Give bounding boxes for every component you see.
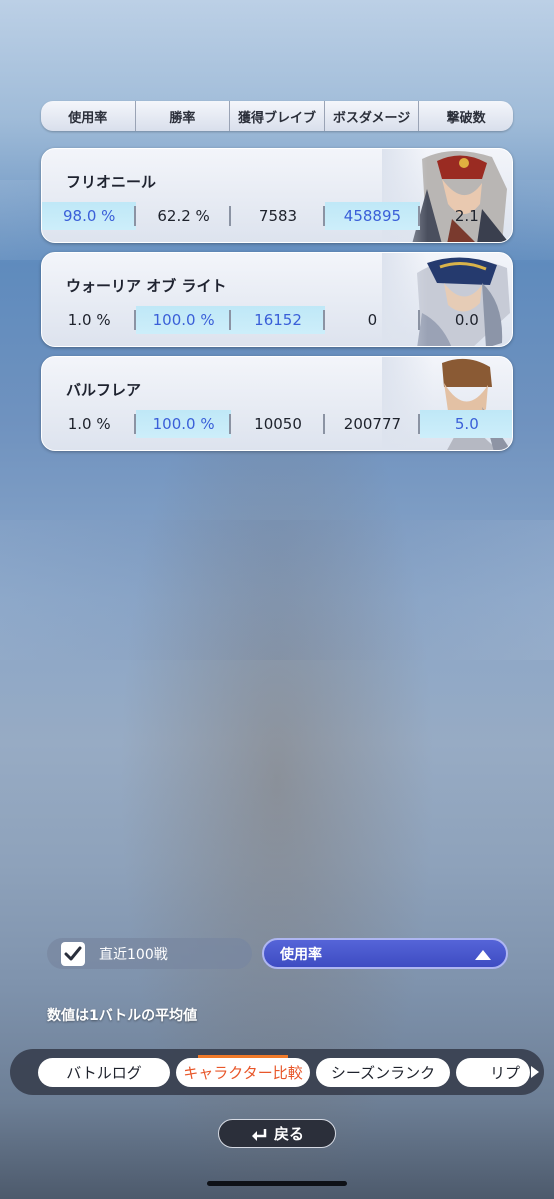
checkmark-icon: [64, 946, 82, 960]
triangle-up-icon: [475, 950, 491, 960]
header-boss-damage[interactable]: ボスダメージ: [325, 101, 420, 131]
header-kills[interactable]: 撃破数: [419, 101, 513, 131]
recent-battles-label: 直近100戦: [99, 946, 168, 963]
character-name: バルフレア: [66, 381, 142, 399]
home-indicator[interactable]: [207, 1181, 347, 1186]
stat-win-rate: 100.0 %: [136, 410, 231, 438]
stats-column-header: 使用率 勝率 獲得ブレイブ ボスダメージ 撃破数: [41, 101, 513, 131]
sort-dropdown-button[interactable]: 使用率: [262, 938, 508, 969]
recent-battles-toggle[interactable]: 直近100戦: [47, 938, 252, 969]
back-button[interactable]: 戻る: [218, 1119, 336, 1148]
header-brave-gained[interactable]: 獲得ブレイブ: [230, 101, 325, 131]
background-blur: [0, 520, 554, 660]
stat-win-rate: 100.0 %: [136, 306, 231, 334]
stat-boss-damage: 200777: [325, 410, 420, 438]
tab-season-rank[interactable]: シーズンランク: [316, 1058, 450, 1087]
scroll-right-arrow-icon[interactable]: [530, 1065, 540, 1079]
stat-kills: 0.0: [454, 311, 479, 329]
header-usage-rate[interactable]: 使用率: [41, 101, 136, 131]
return-arrow-icon: [251, 1128, 267, 1141]
stat-boss-damage: 0: [325, 306, 420, 334]
tab-battle-log[interactable]: バトルログ: [38, 1058, 170, 1087]
back-label: 戻る: [273, 1125, 304, 1143]
tab-character-compare[interactable]: キャラクター比較: [176, 1055, 310, 1087]
tab-bar: バトルログ キャラクター比較 シーズンランク リプ: [10, 1049, 544, 1095]
stat-kills: 2.1: [454, 207, 479, 225]
stat-usage-rate: 98.0 %: [42, 202, 137, 230]
tab-replay[interactable]: リプ: [456, 1058, 530, 1087]
stat-brave-gained: 10050: [231, 410, 326, 438]
stat-win-rate: 62.2 %: [136, 202, 231, 230]
stat-brave-gained: 16152: [230, 306, 326, 334]
character-name: ウォーリア オブ ライト: [66, 277, 227, 295]
character-card-firion[interactable]: フリオニール 98.0 % 62.2 % 7583 458895 2.1: [41, 148, 513, 243]
recent-battles-checkbox[interactable]: [61, 941, 85, 966]
stat-boss-damage: 458895: [325, 202, 420, 230]
stat-brave-gained: 7583: [231, 202, 326, 230]
stats-row: 1.0 % 100.0 % 10050 200777 5.0: [42, 410, 512, 438]
character-name: フリオニール: [66, 173, 157, 191]
average-note: 数値は1バトルの平均値: [47, 1008, 198, 1024]
stats-row: 1.0 % 100.0 % 16152 0 0.0: [42, 306, 512, 334]
stats-row: 98.0 % 62.2 % 7583 458895 2.1: [42, 202, 512, 230]
stat-usage-rate: 1.0 %: [42, 410, 137, 438]
header-win-rate[interactable]: 勝率: [136, 101, 231, 131]
character-card-balthier[interactable]: バルフレア 1.0 % 100.0 % 10050 200777 5.0: [41, 356, 513, 451]
character-card-warrior-of-light[interactable]: ウォーリア オブ ライト 1.0 % 100.0 % 16152 0 0.0: [41, 252, 513, 347]
stat-kills: 5.0: [419, 410, 512, 438]
sort-label: 使用率: [280, 946, 322, 963]
stat-usage-rate: 1.0 %: [42, 306, 137, 334]
